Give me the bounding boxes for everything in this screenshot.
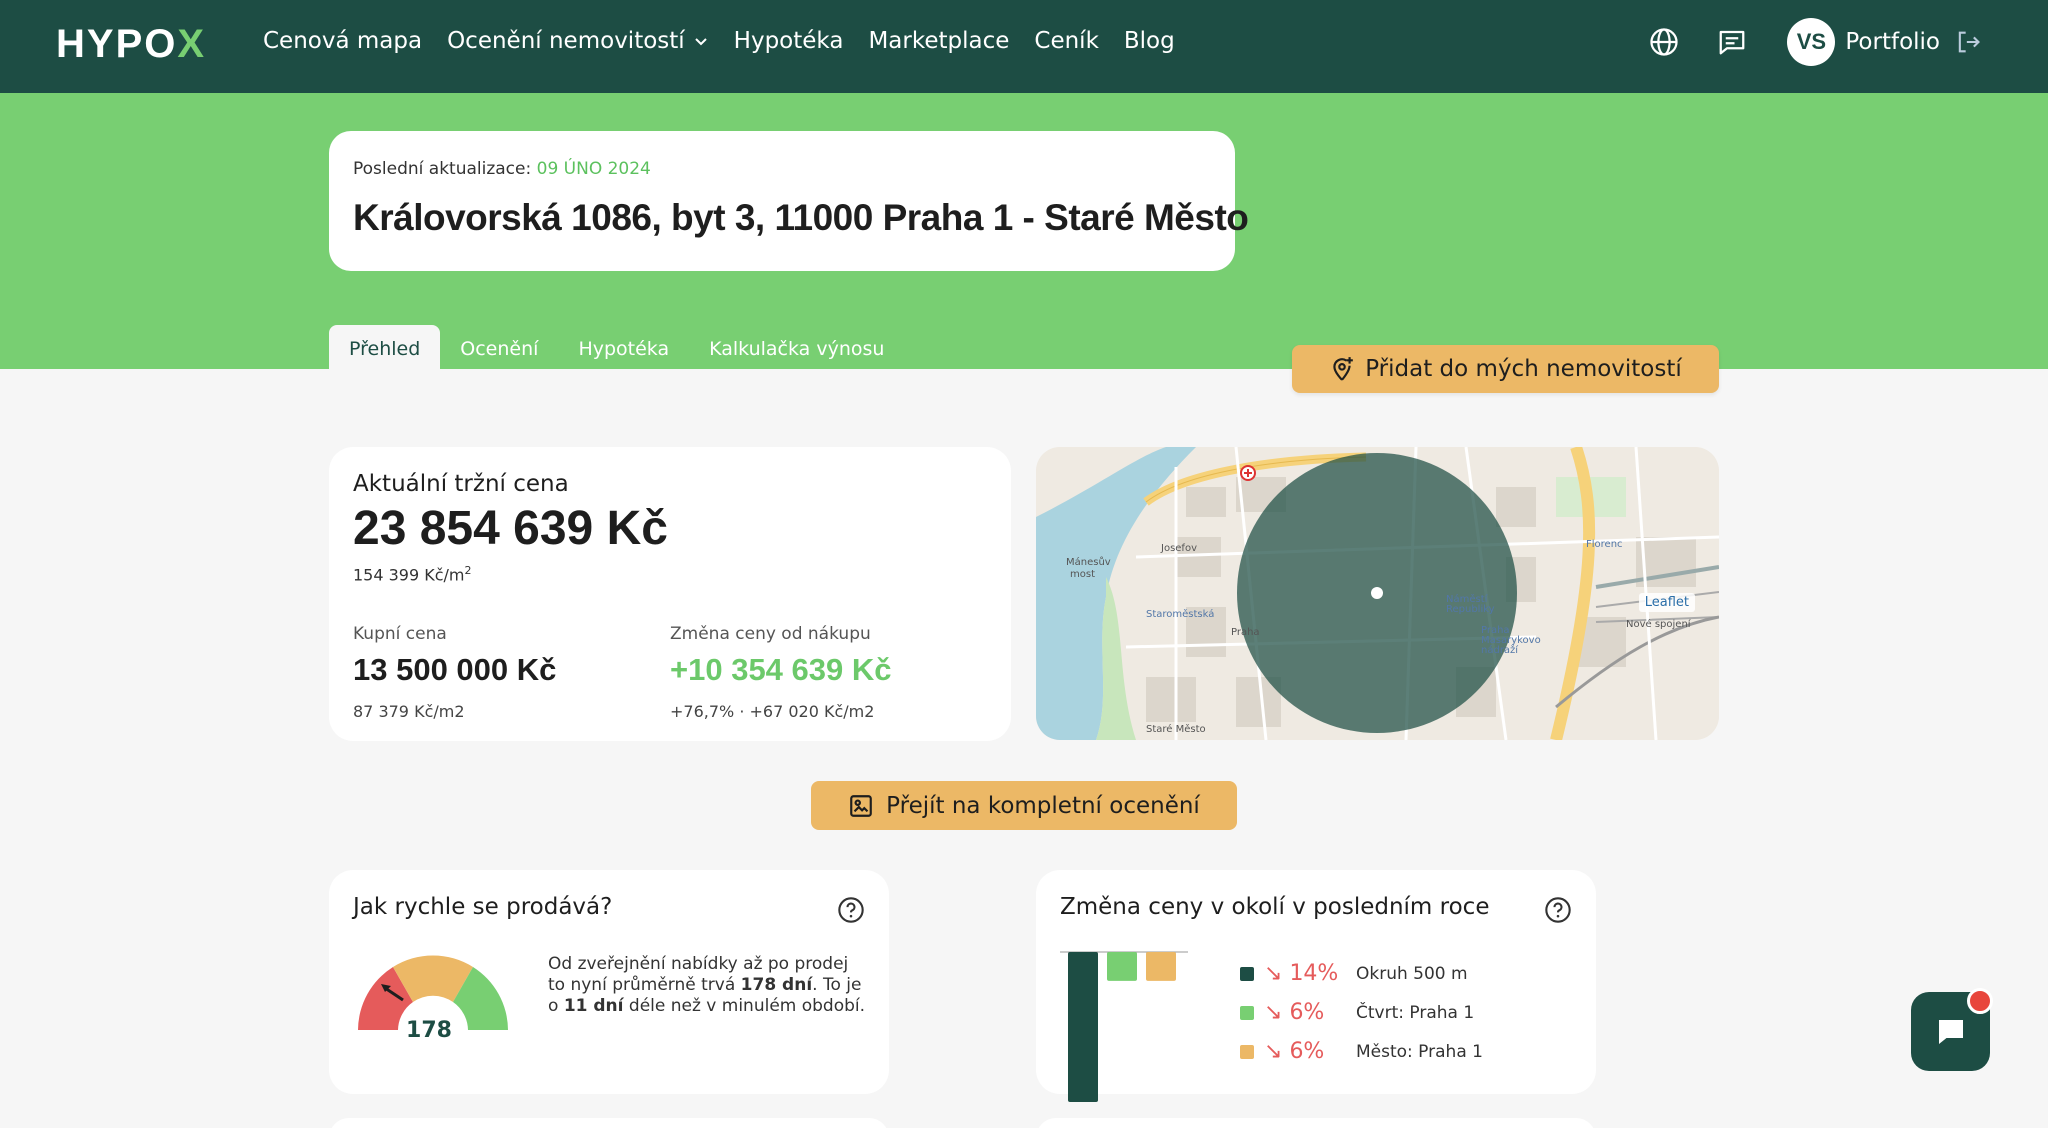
- purchase-price-value: 13 500 000 Kč: [353, 652, 557, 688]
- legend-pct: ↘ 6%: [1264, 1000, 1325, 1025]
- nav-link-blog[interactable]: Blog: [1124, 28, 1175, 54]
- portfolio-link[interactable]: Portfolio: [1845, 29, 1940, 55]
- legend-pct: ↘ 6%: [1264, 1039, 1325, 1064]
- price-change-value: +10 354 639 Kč: [670, 652, 892, 688]
- property-map[interactable]: Josefov Praha Staroměstská Staré Město M…: [1036, 447, 1719, 740]
- logout-icon[interactable]: [1954, 28, 1982, 56]
- next-card-peek: [329, 1118, 889, 1128]
- location-plus-icon: [1333, 357, 1354, 381]
- map-canvas[interactable]: Josefov Praha Staroměstská Staré Město M…: [1036, 447, 1719, 740]
- nav-link-pricing[interactable]: Ceník: [1034, 28, 1099, 54]
- chat-icon: [1938, 1019, 1963, 1044]
- globe-icon[interactable]: [1649, 27, 1679, 57]
- gauge-value: 178: [406, 1018, 452, 1043]
- property-title-card: Poslední aktualizace: 09 ÚNO 2024 Králov…: [329, 131, 1249, 271]
- nav-link-valuation-label: Ocenění nemovitostí: [447, 28, 685, 54]
- nav-link-mortgage[interactable]: Hypotéka: [734, 28, 844, 54]
- price-change-detail: +76,7% · +67 020 Kč/m2: [670, 702, 875, 722]
- purchase-price-per-m2: 87 379 Kč/m2: [353, 702, 465, 722]
- tab-yield-calculator[interactable]: Kalkulačka výnosu: [689, 325, 904, 369]
- legend-name: Okruh 500 m: [1356, 963, 1468, 984]
- svg-text:Mánesův: Mánesův: [1066, 556, 1111, 568]
- price-change-column: Změna ceny od nákupu +10 354 639 Kč +76,…: [670, 624, 987, 721]
- svg-text:nádraží: nádraží: [1481, 644, 1519, 656]
- legend-name: Město: Praha 1: [1356, 1041, 1483, 1062]
- nav-link-valuation[interactable]: Ocenění nemovitostí: [447, 28, 709, 54]
- map-attribution[interactable]: Leaflet: [1638, 593, 1695, 612]
- hypox-logo[interactable]: HYPOX: [56, 22, 206, 67]
- price-trend-bar-chart: [1060, 951, 1188, 1102]
- property-address: Královorská 1086, byt 3, 11000 Praha 1 -…: [353, 197, 1249, 238]
- legend-item: ↘ 6% Čtvrt: Praha 1: [1240, 993, 1483, 1032]
- price-columns: Kupní cena 13 500 000 Kč 87 379 Kč/m2 Zm…: [353, 624, 987, 721]
- svg-text:Staré Město: Staré Město: [1146, 723, 1206, 735]
- price-trend-legend: ↘ 14% Okruh 500 m ↘ 6% Čtvrt: Praha 1 ↘ …: [1240, 954, 1483, 1071]
- price-change-label: Změna ceny od nákupu: [670, 624, 871, 645]
- market-price-card: Aktuální tržní cena 23 854 639 Kč 154 39…: [329, 447, 1011, 741]
- legend-swatch: [1240, 966, 1254, 981]
- nav-link-marketplace[interactable]: Marketplace: [868, 28, 1009, 54]
- report-icon: [850, 794, 873, 817]
- add-to-my-properties-button[interactable]: Přidat do mých nemovitostí: [1292, 345, 1719, 393]
- price-trend-card: Změna ceny v okolí v posledním roce ↘ 14…: [1036, 870, 1596, 1102]
- svg-text:Republiky: Republiky: [1446, 604, 1495, 615]
- tab-overview[interactable]: Přehled: [329, 325, 441, 369]
- bar-2: [1107, 952, 1137, 981]
- bar-1: [1068, 952, 1098, 1102]
- price-trend-title: Změna ceny v okolí v posledním roce: [1060, 894, 1490, 920]
- avatar[interactable]: VS: [1787, 18, 1836, 66]
- svg-text:Nové spojení: Nové spojení: [1626, 618, 1692, 630]
- nav-link-price-map[interactable]: Cenová mapa: [263, 28, 422, 54]
- last-update-label: Poslední aktualizace:: [353, 159, 532, 179]
- complete-valuation-button[interactable]: Přejít na kompletní ocenění: [811, 781, 1237, 830]
- svg-text:most: most: [1070, 569, 1095, 580]
- bar-3: [1146, 952, 1176, 981]
- svg-text:Staroměstská: Staroměstská: [1146, 608, 1214, 620]
- nav-links: Cenová mapa Ocenění nemovitostí Hypotéka…: [263, 28, 1175, 54]
- next-card-peek: [1036, 1118, 1596, 1128]
- sell-speed-text: Od zveřejnění nabídky až po prodej to ny…: [548, 954, 866, 1016]
- legend-item: ↘ 6% Město: Praha 1: [1240, 1032, 1483, 1071]
- complete-valuation-label: Přejít na kompletní ocenění: [886, 792, 1200, 819]
- top-navigation: HYPOX Cenová mapa Ocenění nemovitostí Hy…: [0, 0, 2048, 93]
- purchase-price-column: Kupní cena 13 500 000 Kč 87 379 Kč/m2: [353, 624, 670, 721]
- legend-item: ↘ 14% Okruh 500 m: [1240, 954, 1483, 993]
- message-icon[interactable]: [1717, 27, 1747, 57]
- current-price-value: 23 854 639 Kč: [353, 502, 668, 555]
- price-per-m2-value: 154 399 Kč/m: [353, 565, 465, 585]
- sell-speed-title: Jak rychle se prodává?: [353, 894, 613, 920]
- svg-text:Praha: Praha: [1231, 627, 1260, 638]
- last-update-date: 09 ÚNO 2024: [536, 159, 651, 179]
- tab-valuation[interactable]: Ocenění: [440, 325, 558, 369]
- help-icon[interactable]: [837, 896, 865, 924]
- legend-pct: ↘ 14%: [1264, 961, 1339, 986]
- nav-right: VS Portfolio: [1611, 18, 1982, 66]
- price-per-m2-sup: 2: [464, 564, 472, 577]
- svg-text:Josefov: Josefov: [1160, 543, 1197, 554]
- last-update: Poslední aktualizace: 09 ÚNO 2024: [353, 159, 1211, 179]
- current-price-label: Aktuální tržní cena: [353, 471, 569, 497]
- property-tabs: Přehled Ocenění Hypotéka Kalkulačka výno…: [329, 325, 904, 369]
- sell-speed-card: Jak rychle se prodává? 178 Od zveřejnění…: [329, 870, 889, 1094]
- svg-text:Florenc: Florenc: [1586, 539, 1623, 550]
- chat-notification-badge: [1967, 988, 1993, 1014]
- purchase-price-label: Kupní cena: [353, 624, 447, 645]
- legend-name: Čtvrt: Praha 1: [1356, 1002, 1475, 1023]
- legend-swatch: [1240, 1044, 1254, 1059]
- chevron-down-icon: [694, 38, 707, 46]
- price-per-m2: 154 399 Kč/m2: [353, 564, 987, 584]
- legend-swatch: [1240, 1005, 1254, 1020]
- help-icon[interactable]: [1544, 896, 1572, 924]
- add-to-my-properties-label: Přidat do mých nemovitostí: [1365, 356, 1682, 382]
- tab-mortgage[interactable]: Hypotéka: [558, 325, 689, 369]
